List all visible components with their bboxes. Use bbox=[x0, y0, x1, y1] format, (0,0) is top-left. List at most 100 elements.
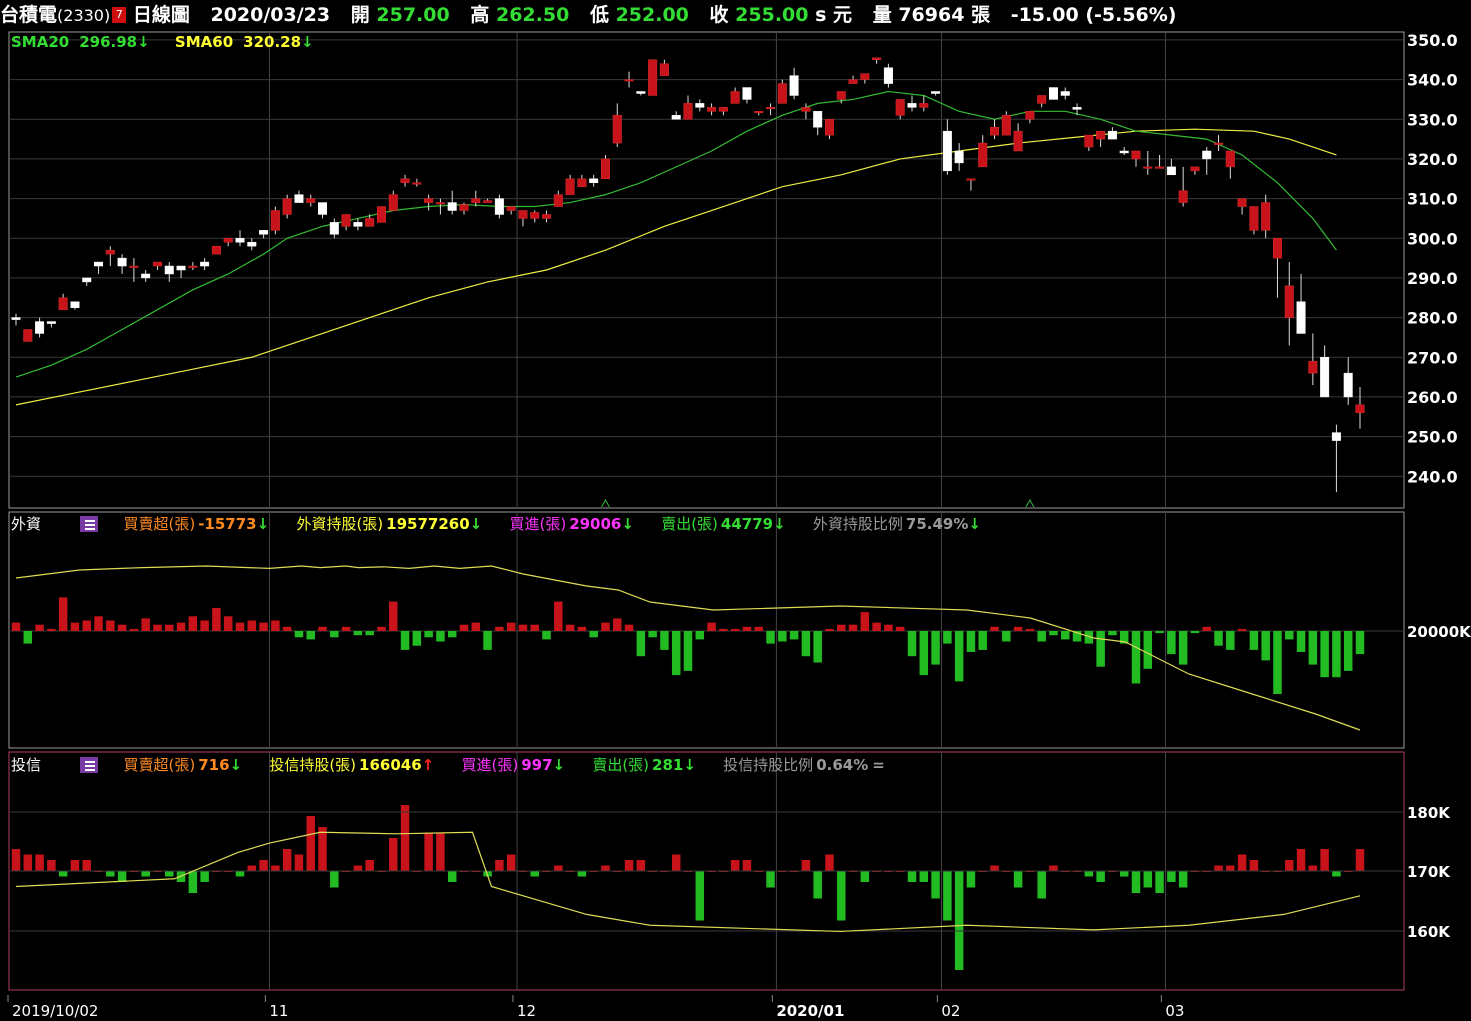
trust-net-bar bbox=[1084, 871, 1094, 877]
candle bbox=[235, 238, 245, 243]
trust-net-bar bbox=[117, 871, 127, 882]
candle bbox=[1308, 360, 1318, 374]
candle bbox=[306, 198, 316, 203]
foreign-net-bar bbox=[966, 631, 976, 652]
candle bbox=[542, 214, 552, 219]
trust-net-label: 買賣超(張) bbox=[123, 756, 196, 774]
foreign-net-bar bbox=[1002, 631, 1011, 642]
trust-net-bar bbox=[801, 860, 811, 871]
foreign-net-bar bbox=[1096, 631, 1105, 667]
trust-sell-value: 281 bbox=[652, 756, 684, 774]
foreign-net-bar bbox=[884, 624, 893, 631]
stock-chart[interactable]: 350.0 340.0 330.0 320.0 310.0 300.0 290.0 280.0… bbox=[0, 0, 1471, 1021]
trust-net-bar bbox=[766, 871, 775, 888]
menu-list-icon[interactable] bbox=[80, 757, 99, 773]
foreign-net-bar bbox=[58, 597, 68, 631]
trust-net-bar bbox=[1308, 865, 1318, 871]
candle bbox=[1284, 285, 1294, 318]
foreign-net-bar bbox=[813, 631, 822, 663]
candle bbox=[424, 198, 434, 203]
sma60-arrow-down-icon: ↓ bbox=[301, 33, 314, 51]
foreign-net-bar bbox=[1355, 631, 1365, 655]
foreign-net-bar bbox=[212, 607, 221, 631]
candle bbox=[565, 178, 575, 195]
foreign-net-bar bbox=[377, 626, 386, 631]
trust-net-bar bbox=[695, 871, 705, 921]
candle bbox=[966, 178, 976, 181]
foreign-net-bar bbox=[1131, 631, 1141, 684]
candle bbox=[1272, 238, 1282, 259]
x-axis-tick-label: 03 bbox=[1165, 1002, 1184, 1020]
foreign-buy-arrow-down-icon: ↓ bbox=[621, 515, 634, 533]
trust-net-bar bbox=[247, 865, 257, 871]
sma20-value: 296.98 bbox=[79, 33, 138, 51]
foreign-net-bar bbox=[11, 622, 21, 631]
foreign-net-bar bbox=[530, 624, 539, 631]
price-tick-label: 340.0 bbox=[1407, 71, 1458, 90]
foreign-net-bar bbox=[754, 626, 763, 631]
candle bbox=[294, 194, 304, 203]
trust-buy-label: 買進(張) bbox=[461, 756, 519, 774]
candle bbox=[200, 261, 210, 267]
x-axis-tick-label: 02 bbox=[941, 1002, 960, 1020]
candle bbox=[1178, 190, 1188, 203]
foreign-net-bar bbox=[1214, 631, 1223, 646]
candle bbox=[1355, 404, 1365, 414]
foreign-net-bar bbox=[1202, 626, 1211, 631]
candle bbox=[1143, 166, 1153, 169]
candle bbox=[353, 222, 363, 227]
foreign-net-bar bbox=[801, 631, 811, 657]
foreign-ratio-arrow-down-icon: ↓ bbox=[968, 515, 981, 533]
trust-net-bar bbox=[389, 838, 398, 871]
price-tick-label: 300.0 bbox=[1407, 229, 1458, 248]
foreign-net-bar bbox=[318, 626, 327, 631]
candle bbox=[1084, 134, 1094, 148]
foreign-net-bar bbox=[1013, 626, 1023, 631]
candle bbox=[848, 79, 858, 84]
x-axis-tick-label: 12 bbox=[517, 1002, 536, 1020]
candle bbox=[730, 91, 740, 104]
foreign-net-bar bbox=[895, 626, 905, 631]
x-axis-tick-label: 11 bbox=[269, 1002, 288, 1020]
foreign-net-bar bbox=[471, 622, 481, 631]
candle bbox=[907, 103, 917, 108]
candle bbox=[518, 210, 528, 219]
menu-list-icon[interactable] bbox=[80, 516, 99, 532]
foreign-net-bar bbox=[671, 631, 681, 676]
candle bbox=[176, 265, 186, 271]
candle bbox=[1013, 130, 1023, 152]
candle bbox=[117, 257, 127, 267]
foreign-panel-title: 外資 bbox=[11, 515, 42, 533]
candle bbox=[530, 212, 540, 219]
foreign-net-bar bbox=[943, 631, 952, 644]
candle bbox=[11, 317, 21, 320]
foreign-net-bar bbox=[271, 620, 280, 631]
foreign-net-bar bbox=[624, 624, 634, 631]
trust-net-bar bbox=[1285, 860, 1294, 871]
foreign-net-bar bbox=[1237, 628, 1247, 631]
foreign-net-bar bbox=[330, 631, 339, 638]
candle bbox=[954, 150, 964, 164]
trust-net-bar bbox=[931, 871, 940, 899]
foreign-ratio-label: 外資持股比例 bbox=[812, 515, 903, 533]
candle bbox=[895, 99, 905, 116]
trust-net-bar bbox=[1320, 849, 1329, 871]
candle bbox=[247, 241, 257, 247]
candle bbox=[1190, 166, 1200, 172]
candle bbox=[46, 321, 56, 324]
candle bbox=[777, 83, 787, 104]
foreign-net-bar bbox=[719, 628, 728, 631]
candle bbox=[931, 91, 941, 94]
trust-ratio-change: = bbox=[872, 756, 885, 774]
trust-net-bar bbox=[1013, 871, 1023, 888]
foreign-net-bar bbox=[860, 612, 870, 631]
foreign-sell-value: 44779 bbox=[720, 515, 774, 533]
trust-net-bar bbox=[671, 854, 681, 871]
candle bbox=[1072, 107, 1082, 110]
candle bbox=[836, 91, 846, 100]
event-marker-icon bbox=[601, 498, 610, 508]
foreign-holding-label: 外資持股(張) bbox=[296, 515, 384, 533]
foreign-net-bar bbox=[1143, 631, 1153, 669]
candle bbox=[1107, 130, 1117, 140]
trust-net-bar bbox=[330, 871, 339, 888]
